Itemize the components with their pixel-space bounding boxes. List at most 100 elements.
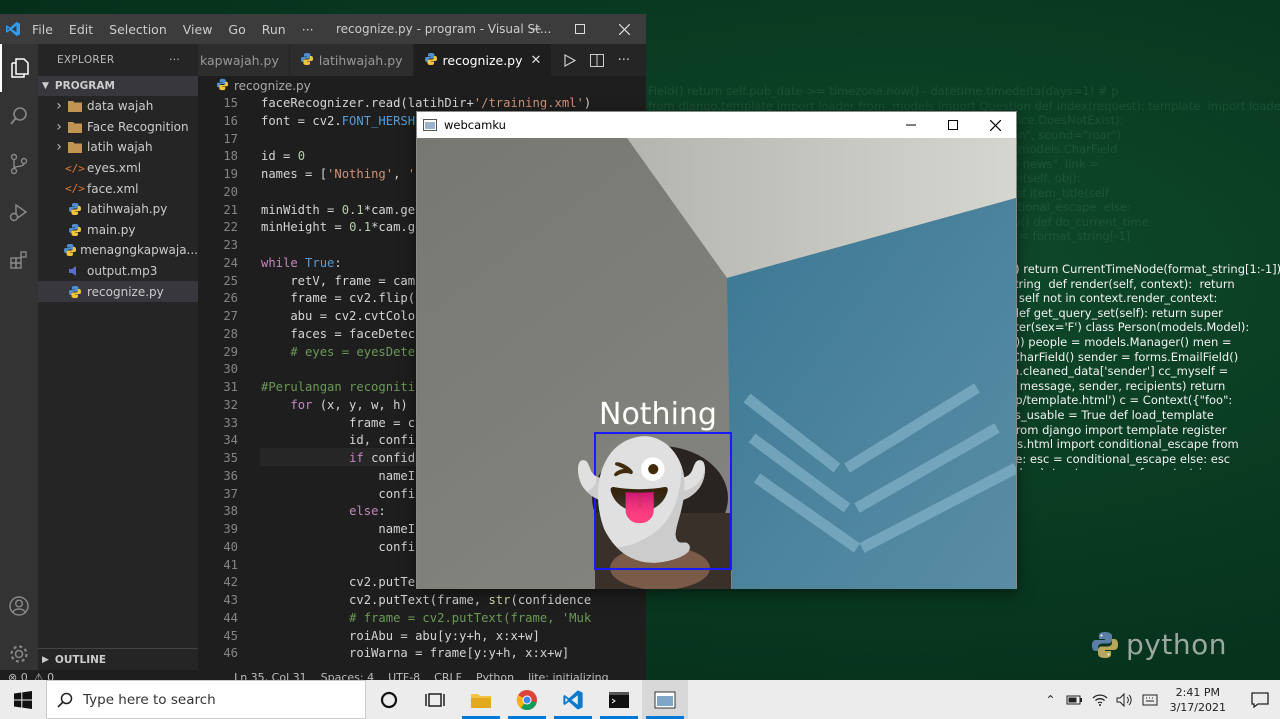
line-number: 27 bbox=[223, 309, 238, 323]
code-line[interactable]: abu = cv2.cvtColo bbox=[261, 309, 415, 323]
taskbar-search[interactable]: Type here to search bbox=[46, 680, 366, 719]
ime-icon[interactable] bbox=[1142, 693, 1158, 707]
code-line[interactable]: else: bbox=[261, 504, 386, 518]
breadcrumb-file[interactable]: recognize.py bbox=[234, 79, 311, 93]
python-window-taskbar-button[interactable] bbox=[642, 680, 688, 719]
menu-more[interactable]: ··· bbox=[294, 22, 322, 37]
webcam-maximize-button[interactable] bbox=[931, 112, 975, 138]
file-tree-item[interactable]: recognize.py bbox=[38, 281, 198, 302]
code-line[interactable]: nameI bbox=[261, 469, 415, 483]
code-line[interactable]: cv2.putText(frame, str(confidence bbox=[261, 593, 591, 607]
line-number: 38 bbox=[223, 504, 238, 519]
menu-selection[interactable]: Selection bbox=[101, 22, 175, 37]
terminal-taskbar-button[interactable] bbox=[596, 680, 642, 719]
tab-kapwajah[interactable]: kapwajah.py bbox=[198, 44, 290, 76]
file-tree-label: face.xml bbox=[87, 181, 139, 196]
code-line[interactable]: frame = cv2.flip( bbox=[261, 291, 415, 305]
outline-section[interactable]: ▶ OUTLINE bbox=[38, 648, 198, 670]
file-tree-item[interactable]: </> face.xml bbox=[38, 178, 198, 199]
code-line[interactable]: roiWarna = frame[y:y+h, x:x+w] bbox=[261, 646, 569, 660]
webcam-frame: Nothing 👻 bbox=[417, 138, 1016, 589]
notifications-button[interactable] bbox=[1240, 680, 1280, 719]
more-actions-icon[interactable]: ··· bbox=[618, 53, 630, 68]
explorer-more-button[interactable]: ··· bbox=[169, 54, 180, 66]
close-button[interactable] bbox=[602, 14, 646, 44]
wifi-icon[interactable] bbox=[1092, 693, 1108, 707]
close-icon bbox=[618, 23, 630, 35]
code-line[interactable]: confi bbox=[261, 487, 415, 501]
code-line[interactable]: if confid bbox=[261, 451, 415, 465]
menu-edit[interactable]: Edit bbox=[61, 22, 101, 37]
task-view-button[interactable] bbox=[412, 680, 458, 719]
file-tree-label: recognize.py bbox=[87, 284, 164, 299]
close-tab-icon[interactable]: ✕ bbox=[531, 53, 542, 68]
file-tree-item[interactable]: menagngkapwaja... bbox=[38, 240, 198, 261]
file-tree-label: output.mp3 bbox=[87, 264, 158, 279]
code-line[interactable]: id, confi bbox=[261, 433, 415, 447]
menu-view[interactable]: View bbox=[175, 22, 221, 37]
code-line[interactable]: retV, frame = cam bbox=[261, 274, 415, 288]
file-tree-label: main.py bbox=[87, 222, 136, 237]
code-line[interactable]: while True: bbox=[261, 256, 342, 270]
search-activity-button[interactable] bbox=[0, 92, 38, 140]
code-line[interactable]: confi bbox=[261, 540, 415, 554]
file-tree-item[interactable]: </> eyes.xml bbox=[38, 158, 198, 179]
code-line[interactable]: faceRecognizer.read(latihDir+'/training.… bbox=[261, 96, 591, 110]
menu-run[interactable]: Run bbox=[254, 22, 294, 37]
code-line[interactable]: frame = cv bbox=[261, 416, 422, 430]
vscode-logo-icon bbox=[2, 14, 24, 44]
folder-section-program[interactable]: ▼ PROGRAM bbox=[38, 76, 198, 96]
file-explorer-taskbar-button[interactable] bbox=[458, 680, 504, 719]
tab-latihwajah[interactable]: latihwajah.py bbox=[289, 44, 414, 76]
code-line[interactable]: minHeight = 0.1*cam.ge bbox=[261, 220, 422, 234]
accounts-activity-button[interactable] bbox=[0, 582, 38, 630]
run-file-icon[interactable] bbox=[563, 53, 576, 67]
file-tree-item[interactable]: main.py bbox=[38, 220, 198, 241]
code-line[interactable]: names = ['Nothing', ' bbox=[261, 167, 415, 181]
code-line[interactable]: font = cv2.FONT_HERSH bbox=[261, 114, 415, 128]
file-tree-item[interactable]: › Face Recognition bbox=[38, 117, 198, 138]
line-number: 22 bbox=[223, 220, 238, 235]
start-button[interactable] bbox=[0, 680, 46, 719]
code-line[interactable]: roiAbu = abu[y:y+h, x:x+w] bbox=[261, 629, 540, 643]
maximize-button[interactable] bbox=[558, 14, 602, 44]
file-tree-item[interactable]: › data wajah bbox=[38, 96, 198, 117]
code-line[interactable]: # eyes = eyesDete bbox=[261, 345, 415, 359]
code-line[interactable]: id = 0 bbox=[261, 149, 305, 163]
split-editor-icon[interactable] bbox=[589, 53, 604, 67]
file-tree-item[interactable]: latihwajah.py bbox=[38, 199, 198, 220]
cortana-button[interactable] bbox=[366, 680, 412, 719]
app-window-icon bbox=[654, 691, 676, 708]
chrome-taskbar-button[interactable] bbox=[504, 680, 550, 719]
code-line[interactable]: faces = faceDetec bbox=[261, 327, 415, 341]
webcam-close-button[interactable] bbox=[973, 112, 1017, 138]
chevron-up-icon[interactable]: ⌃ bbox=[1046, 693, 1056, 707]
code-line[interactable]: nameI bbox=[261, 522, 415, 536]
webcam-minimize-button[interactable] bbox=[889, 112, 933, 138]
file-tree-item[interactable]: output.mp3 bbox=[38, 261, 198, 282]
source-control-activity-button[interactable] bbox=[0, 140, 38, 188]
code-line[interactable]: # frame = cv2.putText(frame, 'Muk bbox=[261, 611, 591, 625]
code-line[interactable]: #Perulangan recogniti bbox=[261, 380, 415, 394]
minimize-button[interactable] bbox=[514, 14, 558, 44]
folder-icon bbox=[66, 121, 84, 133]
menu-file[interactable]: File bbox=[24, 22, 61, 37]
run-debug-activity-button[interactable] bbox=[0, 188, 38, 236]
close-icon bbox=[989, 119, 1001, 131]
code-line[interactable]: for (x, y, w, h) bbox=[261, 398, 407, 412]
file-tree-label: latihwajah.py bbox=[87, 202, 168, 217]
volume-icon[interactable] bbox=[1116, 692, 1134, 707]
chevron-right-icon: › bbox=[56, 118, 62, 135]
taskbar-clock[interactable]: 2:41 PM 3/17/2021 bbox=[1170, 685, 1226, 715]
vscode-taskbar-button[interactable] bbox=[550, 680, 596, 719]
code-line[interactable]: cv2.putTex bbox=[261, 575, 422, 589]
code-line[interactable]: minWidth = 0.1*cam.ge bbox=[261, 203, 415, 217]
menu-go[interactable]: Go bbox=[220, 22, 253, 37]
extensions-activity-button[interactable] bbox=[0, 236, 38, 284]
line-number: 33 bbox=[223, 415, 238, 430]
explorer-activity-button[interactable] bbox=[0, 44, 38, 92]
file-tree-item[interactable]: › latih wajah bbox=[38, 137, 198, 158]
battery-icon[interactable] bbox=[1066, 694, 1084, 706]
ghost-emoji: 👻 bbox=[573, 435, 710, 563]
tab-recognize[interactable]: recognize.py ✕ bbox=[413, 44, 553, 76]
